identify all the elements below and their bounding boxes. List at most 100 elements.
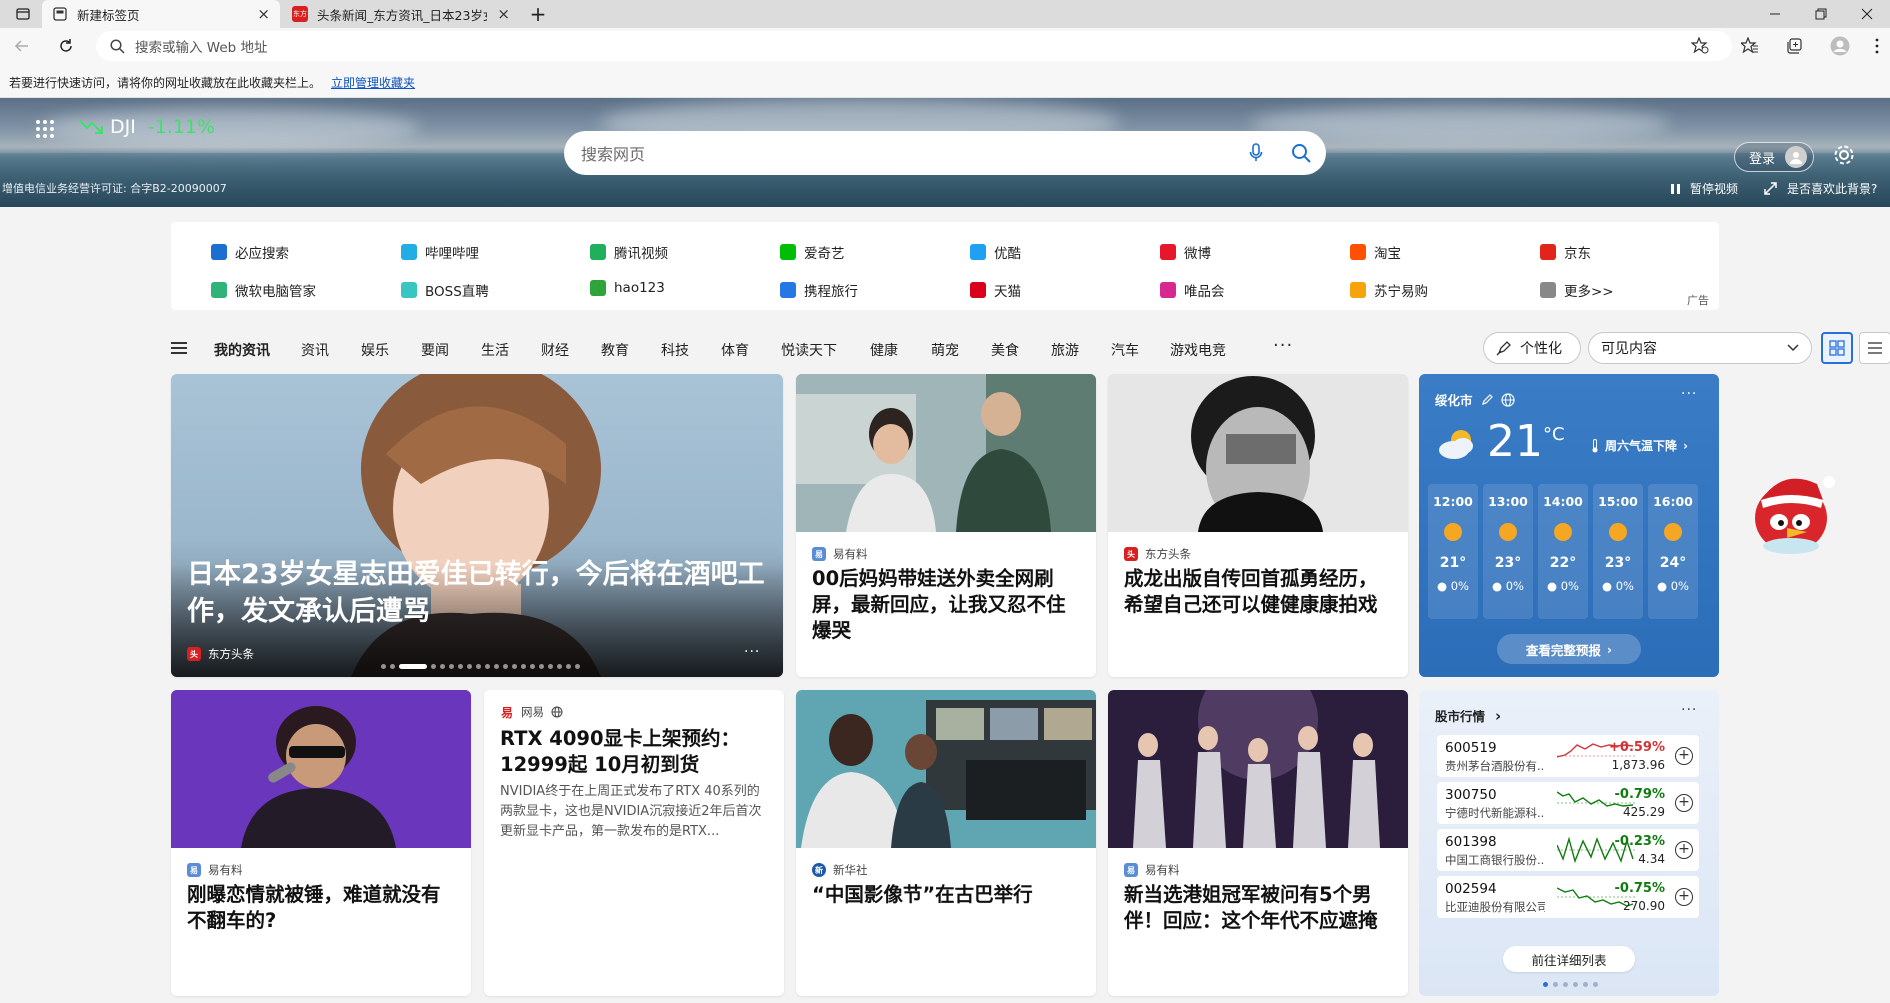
close-tab-icon[interactable]: ×: [497, 5, 510, 23]
news-card[interactable]: 易 网易 RTX 4090显卡上架预约：12999起 10月初到货 NVIDIA…: [484, 690, 784, 996]
nav-tab[interactable]: 游戏电竞: [1170, 340, 1226, 360]
nav-tab[interactable]: 体育: [721, 340, 749, 360]
new-tab-button[interactable]: +: [521, 0, 555, 28]
carousel-dot[interactable]: [548, 664, 553, 669]
nav-tab[interactable]: 科技: [661, 340, 689, 360]
app-launcher-icon[interactable]: [36, 120, 54, 138]
quick-link[interactable]: 更多>>: [1540, 280, 1614, 300]
quick-link[interactable]: 微软电脑管家: [211, 280, 316, 300]
address-bar[interactable]: 搜索或输入 Web 地址: [96, 31, 1732, 61]
nav-tab[interactable]: 我的资讯: [214, 340, 270, 360]
stock-row[interactable]: 002594 比亚迪股份有限公司 -0.75% 270.90 +: [1437, 876, 1699, 918]
hour-forecast[interactable]: 13:00 23° ● 0%: [1483, 484, 1533, 619]
carousel-dot[interactable]: [566, 664, 571, 669]
news-card[interactable]: 头 东方头条 成龙出版自传回首孤勇经历，希望自己还可以健健康康拍戏: [1108, 374, 1408, 677]
carousel-dot[interactable]: [485, 664, 490, 669]
settings-more-button[interactable]: [1864, 28, 1890, 64]
stock-row[interactable]: 600519 贵州茅台酒股份有... +0.59% 1,873.96 +: [1437, 735, 1699, 777]
carousel-dot[interactable]: [530, 664, 535, 669]
news-card[interactable]: 易 易有料 刚曝恋情就被锤，难道就没有不翻车的?: [171, 690, 471, 996]
collections-button[interactable]: [1774, 28, 1814, 64]
nav-tab[interactable]: 美食: [991, 340, 1019, 360]
news-card[interactable]: 易 易有料 新当选港姐冠军被问有5个男伴！回应：这个年代不应遮掩: [1108, 690, 1408, 996]
news-title[interactable]: RTX 4090显卡上架预约：12999起 10月初到货: [500, 726, 768, 778]
quick-link[interactable]: 优酷: [970, 242, 1021, 262]
stock-details-button[interactable]: 前往详细列表: [1503, 946, 1635, 972]
login-button[interactable]: 登录: [1734, 142, 1814, 172]
weather-location[interactable]: 绥化市: [1435, 390, 1515, 409]
add-stock-icon[interactable]: +: [1675, 841, 1693, 859]
quick-link[interactable]: 携程旅行: [780, 280, 858, 300]
search-box[interactable]: 搜索网页: [564, 131, 1326, 175]
carousel-dot[interactable]: [494, 664, 499, 669]
minimize-button[interactable]: [1752, 0, 1798, 28]
carousel-dot[interactable]: [399, 664, 427, 669]
carousel-dot[interactable]: [449, 664, 454, 669]
manage-favorites-link[interactable]: 立即管理收藏夹: [331, 76, 415, 90]
hamburger-menu-icon[interactable]: [171, 342, 187, 354]
list-view-button[interactable]: [1859, 332, 1890, 364]
visible-content-dropdown[interactable]: 可见内容: [1588, 332, 1812, 364]
hour-forecast[interactable]: 15:00 23° ● 0%: [1593, 484, 1643, 619]
carousel-dot[interactable]: [557, 664, 562, 669]
microphone-icon[interactable]: [1236, 143, 1276, 163]
weather-alert[interactable]: 周六气温下降 ›: [1591, 437, 1688, 454]
carousel-dot[interactable]: [512, 664, 517, 669]
refresh-button[interactable]: [48, 28, 84, 64]
back-button[interactable]: [4, 28, 40, 64]
carousel-indicator[interactable]: [381, 664, 584, 669]
carousel-dot[interactable]: [440, 664, 445, 669]
news-title[interactable]: “中国影像节”在古巴举行: [812, 882, 1080, 908]
carousel-dot[interactable]: [458, 664, 463, 669]
restore-button[interactable]: [1798, 0, 1844, 28]
tab-actions-button[interactable]: [0, 0, 46, 28]
carousel-dot[interactable]: [521, 664, 526, 669]
like-background-button[interactable]: 是否喜欢此背景?: [1764, 180, 1877, 197]
carousel-dot[interactable]: [476, 664, 481, 669]
hour-forecast[interactable]: 14:00 22° ● 0%: [1538, 484, 1588, 619]
hero-news-title[interactable]: 日本23岁女星志田爱佳已转行，今后将在酒吧工作，发文承认后遭骂: [187, 556, 767, 630]
grid-view-button[interactable]: [1821, 332, 1853, 364]
quick-link[interactable]: 微博: [1160, 242, 1211, 262]
weather-more-button[interactable]: ···: [1681, 386, 1697, 402]
nav-tab[interactable]: 资讯: [301, 340, 329, 360]
quick-link[interactable]: 天猫: [970, 280, 1021, 300]
search-icon[interactable]: [1276, 143, 1326, 163]
nav-more-button[interactable]: ···: [1273, 335, 1293, 356]
weather-card[interactable]: 绥化市 ··· 21 °C 周六气温下降 › 12:00 21° ● 0% 13:00…: [1419, 374, 1719, 677]
nav-tab[interactable]: 财经: [541, 340, 569, 360]
news-title[interactable]: 成龙出版自传回首孤勇经历，希望自己还可以健健康康拍戏: [1124, 566, 1392, 618]
stocks-card[interactable]: 股市行情 › ··· 600519 贵州茅台酒股份有... +0.59% 1,873.…: [1419, 690, 1719, 996]
quick-link[interactable]: 唯品会: [1160, 280, 1225, 300]
close-tab-icon[interactable]: ×: [257, 5, 270, 23]
carousel-dot[interactable]: [575, 664, 580, 669]
add-stock-icon[interactable]: +: [1675, 747, 1693, 765]
nav-tab[interactable]: 旅游: [1051, 340, 1079, 360]
tab-news[interactable]: 东方 头条新闻_东方资讯_日本23岁女星 ×: [282, 0, 520, 28]
carousel-dot[interactable]: [503, 664, 508, 669]
news-card[interactable]: 易 易有料 00后妈妈带娃送外卖全网刷屏，最新回应，让我又忍不住爆哭: [796, 374, 1096, 677]
stocks-header[interactable]: 股市行情 ›: [1435, 706, 1501, 725]
quick-link[interactable]: 腾讯视频: [590, 242, 668, 262]
quick-link[interactable]: BOSS直聘: [401, 280, 489, 300]
hour-forecast[interactable]: 16:00 24° ● 0%: [1648, 484, 1698, 619]
quick-link[interactable]: 哔哩哔哩: [401, 242, 479, 262]
carousel-dot[interactable]: [467, 664, 472, 669]
add-favorite-button[interactable]: [1680, 28, 1720, 64]
carousel-dot[interactable]: [431, 664, 436, 669]
quick-link[interactable]: 淘宝: [1350, 242, 1401, 262]
carousel-dot[interactable]: [381, 664, 386, 669]
news-title[interactable]: 刚曝恋情就被锤，难道就没有不翻车的?: [187, 882, 455, 934]
stock-row[interactable]: 601398 中国工商银行股份... -0.23% 4.34 +: [1437, 829, 1699, 871]
card-more-button[interactable]: ···: [744, 644, 760, 660]
nav-tab[interactable]: 萌宠: [931, 340, 959, 360]
quick-link[interactable]: hao123: [590, 280, 665, 296]
profile-button[interactable]: [1820, 28, 1860, 64]
favorites-button[interactable]: [1730, 28, 1770, 64]
add-stock-icon[interactable]: +: [1675, 794, 1693, 812]
quick-link[interactable]: 京东: [1540, 242, 1591, 262]
news-card[interactable]: 新 新华社 “中国影像节”在古巴举行: [796, 690, 1096, 996]
stocks-more-button[interactable]: ···: [1681, 702, 1697, 718]
add-stock-icon[interactable]: +: [1675, 888, 1693, 906]
tab-new-tab[interactable]: 新建标签页 ×: [42, 0, 280, 28]
